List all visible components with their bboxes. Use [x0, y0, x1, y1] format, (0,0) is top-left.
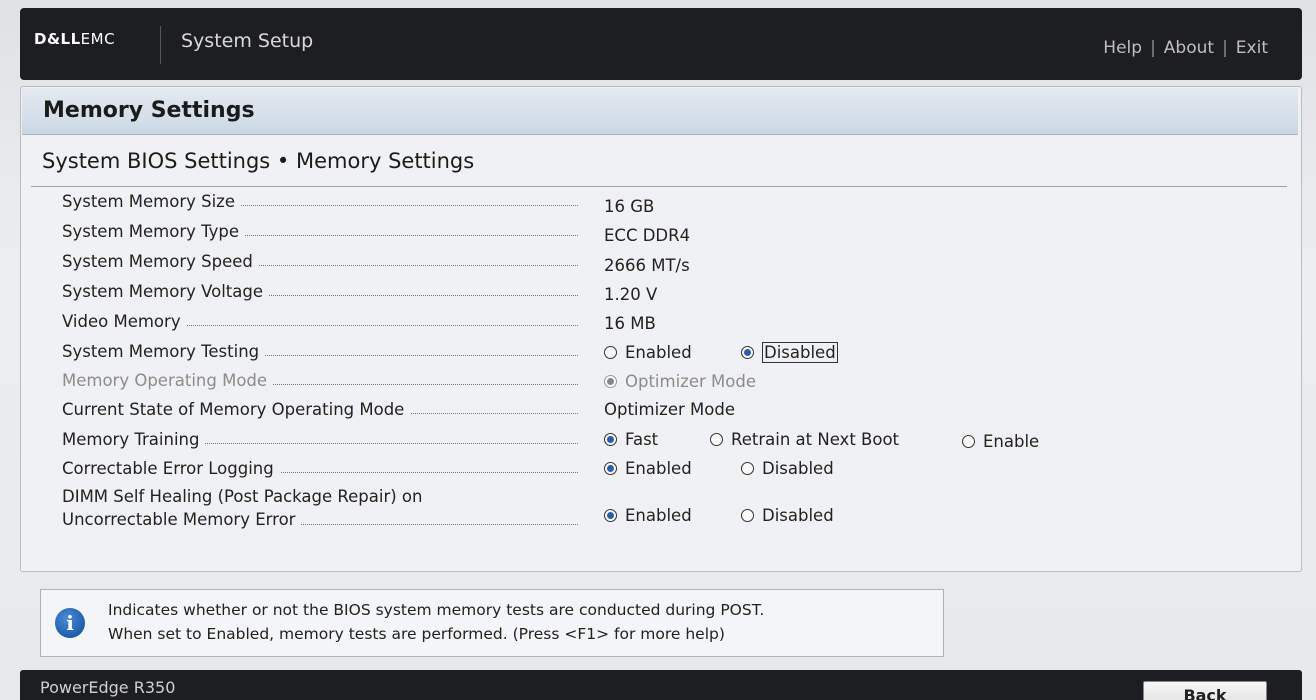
- setting-value: 1.20 V: [604, 285, 658, 304]
- radio-circle-icon: [604, 346, 617, 359]
- setting-value: 16 GB: [604, 197, 655, 216]
- radio-error-logging-enabled[interactable]: Enabled: [604, 459, 692, 478]
- radio-training-fast[interactable]: Fast: [604, 430, 658, 449]
- footer-bar: PowerEdge R350: [20, 670, 1302, 700]
- link-separator: |: [1222, 38, 1228, 58]
- help-link[interactable]: Help: [1103, 38, 1142, 58]
- system-setup-screen: D&LLEMC System Setup Help | About | Exit…: [0, 0, 1316, 700]
- radio-optimizer-mode: Optimizer Mode: [604, 372, 756, 391]
- radio-training-enable[interactable]: Enable: [962, 432, 1039, 451]
- help-info-box: i Indicates whether or not the BIOS syst…: [40, 589, 944, 657]
- link-separator: |: [1150, 38, 1156, 58]
- setting-value: ECC DDR4: [604, 226, 691, 245]
- radio-self-healing-disabled[interactable]: Disabled: [741, 506, 834, 525]
- setting-label: System Memory Type: [62, 222, 246, 241]
- info-icon: i: [55, 608, 85, 638]
- setting-label: System Memory Speed: [62, 252, 259, 271]
- server-model: PowerEdge R350: [40, 678, 176, 697]
- setting-label: Video Memory: [62, 312, 187, 331]
- radio-self-healing-enabled[interactable]: Enabled: [604, 506, 692, 525]
- setting-value: Optimizer Mode: [604, 400, 735, 419]
- radio-selected-icon: [604, 433, 617, 446]
- radio-training-retrain[interactable]: Retrain at Next Boot: [710, 430, 899, 449]
- about-link[interactable]: About: [1164, 38, 1214, 58]
- memory-settings-panel: Memory Settings System BIOS Settings • M…: [20, 86, 1302, 572]
- radio-selected-icon: [604, 509, 617, 522]
- radio-circle-icon: [710, 433, 723, 446]
- radio-circle-icon: [741, 509, 754, 522]
- setting-label: Correctable Error Logging: [62, 459, 280, 478]
- header-links: Help | About | Exit: [1103, 38, 1268, 58]
- setting-label: Memory Operating Mode: [62, 371, 274, 390]
- exit-link[interactable]: Exit: [1236, 38, 1268, 58]
- radio-memory-testing-disabled[interactable]: Disabled: [741, 342, 838, 363]
- radio-selected-icon: [604, 462, 617, 475]
- radio-circle-icon: [741, 462, 754, 475]
- setting-label: Uncorrectable Memory Error: [62, 510, 302, 529]
- header-divider: [160, 26, 161, 64]
- radio-selected-icon: [604, 375, 617, 388]
- setting-value: 2666 MT/s: [604, 256, 690, 275]
- radio-circle-icon: [962, 435, 975, 448]
- app-title: System Setup: [181, 30, 314, 52]
- settings-list: System Memory Size 16 GB System Memory T…: [21, 87, 1301, 571]
- radio-memory-testing-enabled[interactable]: Enabled: [604, 343, 692, 362]
- back-button[interactable]: Back: [1143, 681, 1267, 700]
- radio-selected-icon: [741, 346, 754, 359]
- radio-error-logging-disabled[interactable]: Disabled: [741, 459, 834, 478]
- setting-label: DIMM Self Healing (Post Package Repair) …: [62, 487, 429, 506]
- setting-label: System Memory Testing: [62, 342, 266, 361]
- setting-label: System Memory Size: [62, 192, 241, 211]
- help-text-line: Indicates whether or not the BIOS system…: [108, 601, 765, 619]
- setting-label: Memory Training: [62, 430, 206, 449]
- setting-label: Current State of Memory Operating Mode: [62, 400, 411, 419]
- help-text-line: When set to Enabled, memory tests are pe…: [108, 625, 725, 643]
- setting-value: 16 MB: [604, 314, 656, 333]
- help-text: Indicates whether or not the BIOS system…: [108, 598, 764, 646]
- header-bar: D&LLEMC System Setup Help | About | Exit: [20, 8, 1302, 80]
- setting-label: System Memory Voltage: [62, 282, 270, 301]
- dell-emc-logo: D&LLEMC: [34, 30, 116, 48]
